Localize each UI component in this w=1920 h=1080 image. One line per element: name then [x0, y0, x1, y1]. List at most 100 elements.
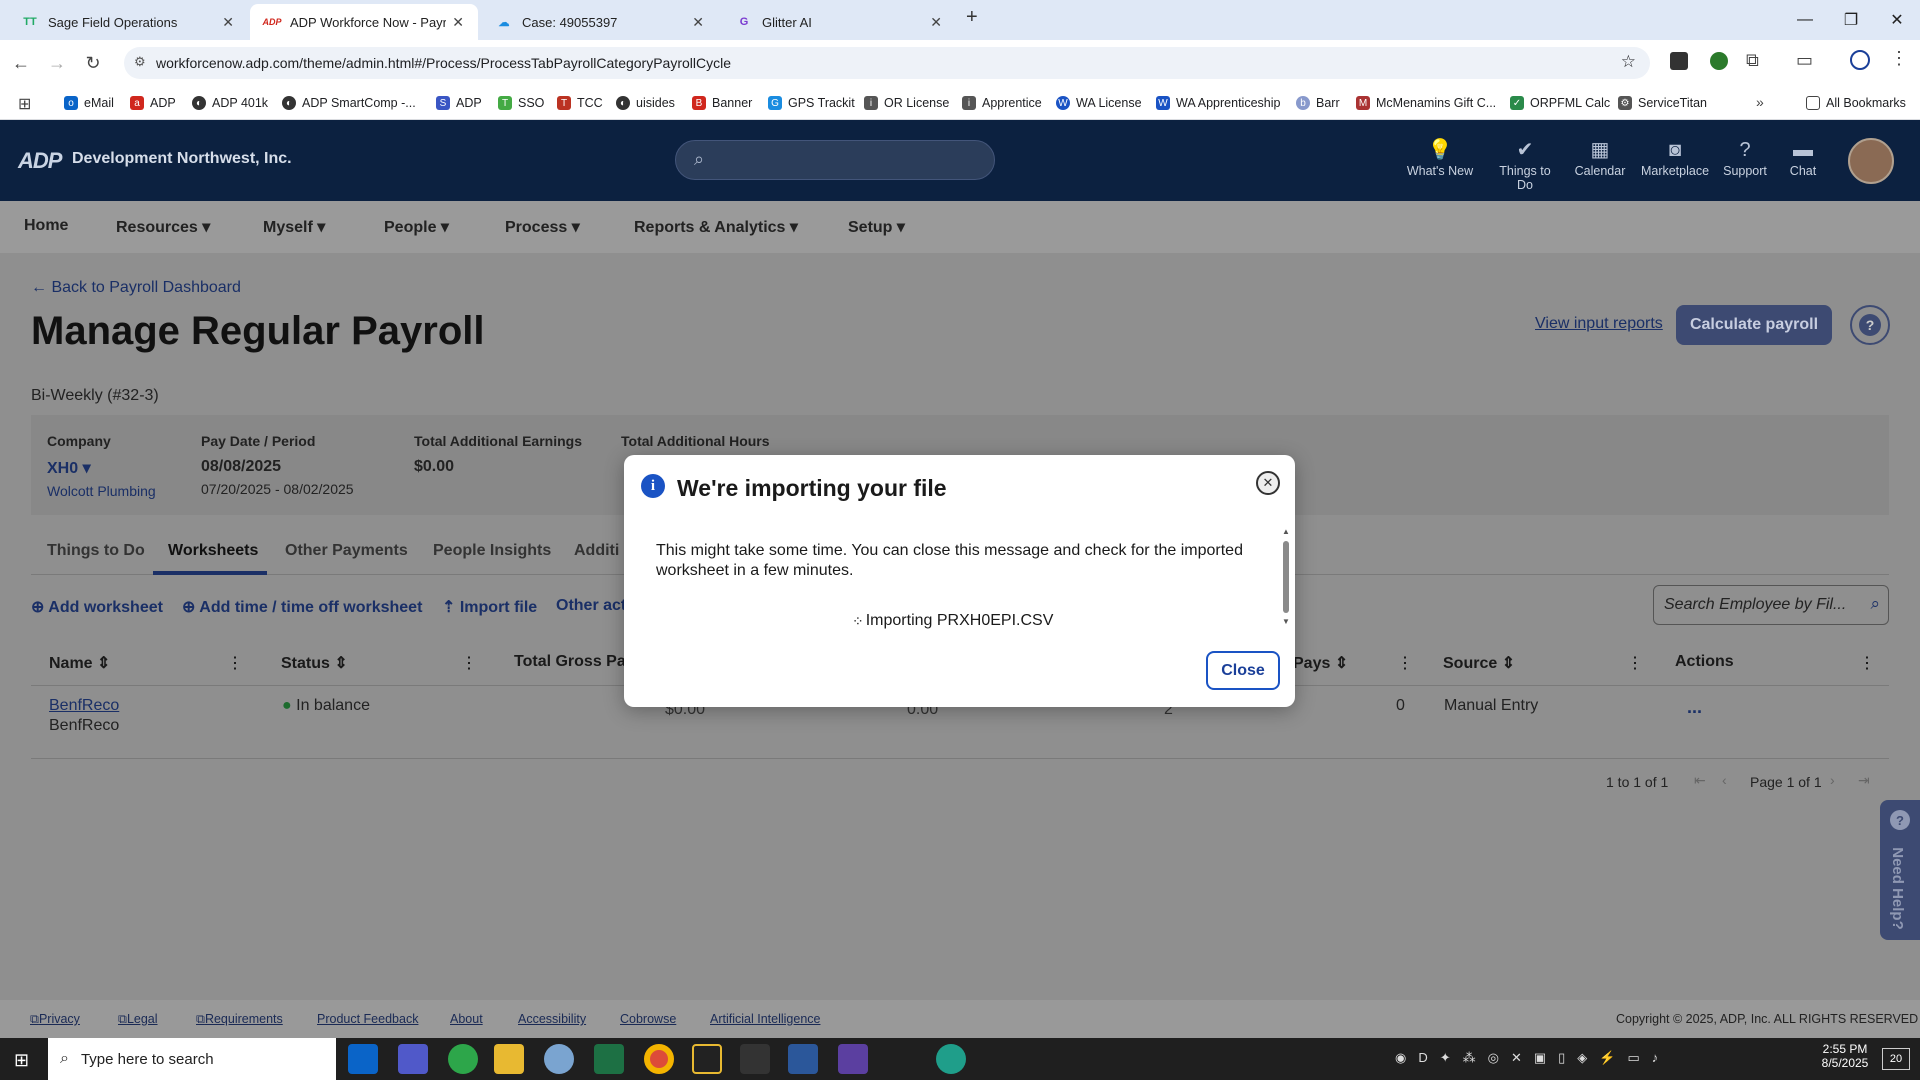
global-search-input[interactable]: ⌕ — [675, 140, 995, 180]
tab-worksheets[interactable]: Worksheets — [168, 542, 258, 560]
need-help-tab[interactable]: ? Need Help? — [1880, 800, 1920, 940]
window-close-icon[interactable]: ✕ — [1874, 0, 1920, 40]
bookmark[interactable]: i Apprentice — [962, 92, 1042, 114]
puzzle-icon[interactable]: ⧉ — [1746, 50, 1759, 71]
chrome-icon[interactable] — [644, 1044, 674, 1074]
tab-close-icon[interactable]: ✕ — [692, 14, 704, 31]
back-arrow-icon[interactable]: ← — [6, 48, 36, 78]
prev-page-icon[interactable]: ‹ — [1722, 772, 1727, 788]
outlook-icon[interactable] — [348, 1044, 378, 1074]
chatgpt-icon[interactable] — [936, 1044, 966, 1074]
clock[interactable]: 2:55 PM 8/5/2025 — [1814, 1042, 1876, 1070]
marketplace-button[interactable]: ◙ Marketplace — [1640, 136, 1710, 178]
bookmark[interactable]: M McMenamins Gift C... — [1356, 92, 1496, 114]
footer-link-privacy[interactable]: ⧉Privacy — [30, 1012, 80, 1027]
bookmark[interactable]: ✓ ORPFML Calc — [1510, 92, 1610, 114]
address-bar[interactable]: ⚙ workforcenow.adp.com/theme/admin.html#… — [124, 47, 1650, 79]
tab-additional[interactable]: Additi — [574, 542, 619, 560]
bookmark[interactable]: W WA Apprenticeship — [1156, 92, 1280, 114]
dialog-scrollbar[interactable]: ▲ ▼ — [1282, 527, 1290, 627]
extension-icon[interactable] — [1710, 52, 1728, 70]
browser-tab[interactable]: ☁ Case: 49055397 ✕ — [482, 4, 718, 40]
bookmark[interactable]: ◐ ADP 401k — [192, 92, 268, 114]
system-tray-icons[interactable]: ◉D✦⁂◎✕▣▯◈⚡▭♪ — [1395, 1050, 1670, 1066]
tab-close-icon[interactable]: ✕ — [452, 14, 464, 31]
browser-tab-active[interactable]: ADP ADP Workforce Now - Payroll D ✕ — [250, 4, 478, 40]
employee-search-input[interactable]: Search Employee by Fil... ⌕ — [1653, 585, 1889, 625]
file-explorer-icon[interactable] — [494, 1044, 524, 1074]
bookmark-star-icon[interactable]: ☆ — [1621, 52, 1636, 72]
minimize-icon[interactable]: — — [1782, 0, 1828, 40]
bookmark[interactable]: ◐ ADP SmartComp -... — [282, 92, 416, 114]
app-icon[interactable] — [692, 1044, 722, 1074]
forward-arrow-icon[interactable]: → — [42, 48, 72, 78]
first-page-icon[interactable]: ⇤ — [1694, 772, 1706, 789]
calendar-button[interactable]: ▦ Calendar — [1565, 136, 1635, 178]
col-name[interactable]: Name ⇕ — [49, 653, 110, 673]
word-icon[interactable] — [788, 1044, 818, 1074]
footer-link-cobrowse[interactable]: Cobrowse — [620, 1012, 676, 1026]
footer-link-accessibility[interactable]: Accessibility — [518, 1012, 586, 1026]
more-bookmarks-icon[interactable]: » — [1756, 94, 1764, 110]
col-status[interactable]: Status ⇕ — [281, 653, 348, 673]
whats-new-button[interactable]: 💡 What's New — [1405, 136, 1475, 178]
close-button[interactable]: Close — [1206, 651, 1280, 690]
next-page-icon[interactable]: › — [1830, 772, 1835, 788]
things-to-do-button[interactable]: ✔ Things to Do — [1490, 136, 1560, 192]
view-input-reports-link[interactable]: View input reports — [1535, 315, 1663, 333]
new-tab-icon[interactable]: + — [966, 6, 978, 29]
bookmark[interactable]: T SSO — [498, 92, 544, 114]
taskbar-search[interactable]: ⌕ Type here to search — [48, 1038, 336, 1080]
site-info-icon[interactable]: ⚙ — [134, 54, 146, 70]
menu-people[interactable]: People ▾ — [384, 217, 449, 237]
profile-icon[interactable] — [1850, 50, 1870, 70]
tab-people-insights[interactable]: People Insights — [433, 542, 551, 560]
dialog-close-icon[interactable]: ✕ — [1256, 471, 1280, 495]
bookmark[interactable]: a ADP — [130, 92, 176, 114]
app-icon[interactable] — [838, 1044, 868, 1074]
tab-other-payments[interactable]: Other Payments — [285, 542, 408, 560]
tab-close-icon[interactable]: ✕ — [222, 14, 234, 31]
app-icon[interactable] — [448, 1044, 478, 1074]
add-worksheet-button[interactable]: ⊕ Add worksheet — [31, 597, 163, 617]
apps-grid-icon[interactable]: ⊞ — [18, 94, 31, 114]
import-file-button[interactable]: ⇡ Import file — [442, 597, 537, 617]
footer-link-ai[interactable]: Artificial Intelligence — [710, 1012, 820, 1026]
menu-process[interactable]: Process ▾ — [505, 217, 580, 237]
col-pays[interactable]: Pays ⇕ — [1293, 653, 1348, 673]
app-icon[interactable] — [544, 1044, 574, 1074]
row-actions-button[interactable]: ... — [1687, 697, 1702, 718]
menu-reports[interactable]: Reports & Analytics ▾ — [634, 217, 798, 237]
excel-icon[interactable] — [594, 1044, 624, 1074]
bookmark[interactable]: ◐ uisides — [616, 92, 675, 114]
menu-myself[interactable]: Myself ▾ — [263, 217, 325, 237]
add-time-worksheet-button[interactable]: ⊕ Add time / time off worksheet — [182, 597, 422, 617]
column-menu-icon[interactable]: ⋮ — [1859, 653, 1875, 673]
col-gross[interactable]: Total Gross Pay — [514, 653, 635, 671]
restore-icon[interactable]: ❐ — [1828, 0, 1874, 40]
bookmark[interactable]: G GPS Trackit — [768, 92, 855, 114]
column-menu-icon[interactable]: ⋮ — [227, 653, 243, 673]
menu-home[interactable]: Home — [24, 217, 68, 235]
footer-link-requirements[interactable]: ⧉Requirements — [196, 1012, 283, 1027]
browser-tab[interactable]: G Glitter AI ✕ — [722, 4, 956, 40]
bookmark[interactable]: o eMail — [64, 92, 114, 114]
teams-icon[interactable] — [398, 1044, 428, 1074]
bookmark[interactable]: W WA License — [1056, 92, 1142, 114]
bookmark[interactable]: ⚙ ServiceTitan — [1618, 92, 1707, 114]
other-actions-button[interactable]: Other act — [556, 597, 626, 615]
notification-icon[interactable]: 20 — [1882, 1048, 1910, 1070]
all-bookmarks[interactable]: All Bookmarks — [1806, 92, 1906, 114]
chat-button[interactable]: ▬ Chat — [1768, 136, 1838, 178]
tab-close-icon[interactable]: ✕ — [930, 14, 942, 31]
kebab-menu-icon[interactable]: ⋮ — [1890, 48, 1908, 69]
menu-resources[interactable]: Resources ▾ — [116, 217, 210, 237]
adp-logo[interactable]: ADP — [18, 148, 62, 174]
footer-link-about[interactable]: About — [450, 1012, 483, 1026]
reload-icon[interactable]: ↻ — [78, 48, 108, 78]
footer-link-legal[interactable]: ⧉Legal — [118, 1012, 158, 1027]
extension-icon[interactable] — [1670, 52, 1688, 70]
bookmark[interactable]: i OR License — [864, 92, 949, 114]
column-menu-icon[interactable]: ⋮ — [1397, 653, 1413, 673]
last-page-icon[interactable]: ⇥ — [1858, 772, 1870, 789]
